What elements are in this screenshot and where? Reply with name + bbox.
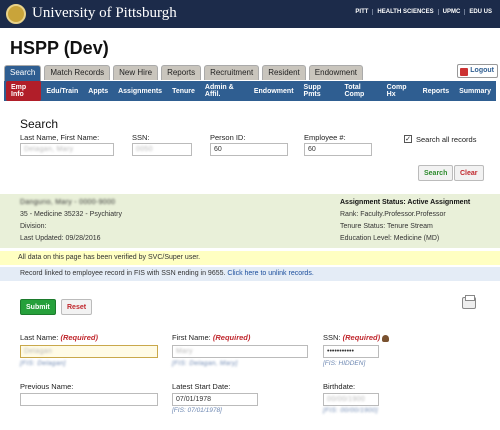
ssn-input[interactable]: ••••••••••• <box>323 345 379 358</box>
tenure-status: Tenure Status: Tenure Stream <box>340 223 433 230</box>
last-name-required: (Required) <box>60 333 98 342</box>
employee-number-label: Employee #: <box>304 133 346 142</box>
verified-notice: All data on this page has been verified … <box>0 251 500 265</box>
tab-resident[interactable]: Resident <box>262 65 306 80</box>
tab-recruitment[interactable]: Recruitment <box>204 65 260 80</box>
page-title: HSPP (Dev) <box>10 38 109 58</box>
latest-start-date-input[interactable]: 07/01/1978 <box>172 393 258 406</box>
subnav-tenure[interactable]: Tenure <box>167 85 200 98</box>
subnav-comp-hx[interactable]: Comp Hx <box>382 81 418 101</box>
header-link-upmc[interactable]: UPMC <box>437 9 465 15</box>
tab-search[interactable]: Search <box>4 65 42 81</box>
tab-new-hire[interactable]: New Hire <box>113 65 159 80</box>
link-notice: Record linked to employee record in FIS … <box>0 267 500 281</box>
university-header: University of Pittsburgh PITT HEALTH SCI… <box>0 0 500 28</box>
subnav-reports[interactable]: Reports <box>418 85 454 98</box>
university-seal-icon <box>6 4 26 24</box>
employee-department: 35 - Medicine 35232 - Psychiatry <box>20 211 122 218</box>
first-name-required: (Required) <box>212 333 251 342</box>
header-link-edu-us[interactable]: EDU US <box>464 9 496 15</box>
tab-reports[interactable]: Reports <box>161 65 202 80</box>
ssn-search-label: SSN: <box>132 133 150 142</box>
ssn-search-input[interactable]: 0050 <box>132 143 192 156</box>
logout-button[interactable]: Logout <box>457 64 498 78</box>
subnav-supp-pmts[interactable]: Supp Pmts <box>299 81 340 101</box>
last-updated: Last Updated: 09/28/2016 <box>20 235 101 242</box>
subnav-edu-train[interactable]: Edu/Train <box>41 85 83 98</box>
tab-match-records[interactable]: Match Records <box>44 65 111 80</box>
employee-summary-panel: Dangurio, Mary - 0000-9000 35 - Medicine… <box>0 194 500 248</box>
last-name-label: Last Name: (Required) <box>20 333 98 342</box>
latest-start-date-fis-hint: [FIS: 07/01/1978] <box>172 407 222 414</box>
header-links: PITT HEALTH SCIENCES UPMC EDU US <box>351 9 496 15</box>
birthdate-input[interactable]: 00/00/1900 <box>323 393 379 406</box>
search-all-checkbox[interactable]: ✓ <box>404 135 412 143</box>
header-link-pitt[interactable]: PITT <box>351 9 372 15</box>
name-search-value: Delagan, Mary <box>24 146 74 153</box>
subnav-total-comp[interactable]: Total Comp <box>339 81 381 101</box>
search-section-title: Search <box>20 117 59 131</box>
clear-button[interactable]: Clear <box>454 165 484 181</box>
subnav-appts[interactable]: Appts <box>83 85 113 98</box>
reset-button[interactable]: Reset <box>61 299 93 315</box>
subnav-endowment[interactable]: Endowment <box>249 85 299 98</box>
ssn-search-value: 0050 <box>136 146 153 153</box>
birthdate-value: 00/00/1900 <box>327 396 366 403</box>
first-name-label: First Name: (Required) <box>172 333 250 342</box>
subnav-assignments[interactable]: Assignments <box>113 85 167 98</box>
last-name-input[interactable]: Delagan <box>20 345 158 358</box>
last-name-fis-hint: [FIS: Delagan] <box>20 360 66 367</box>
tab-endowment[interactable]: Endowment <box>308 65 364 80</box>
first-name-label-text: First Name: <box>172 333 211 342</box>
first-name-input[interactable]: Mary <box>172 345 308 358</box>
employee-name-id: Dangurio, Mary - 0000-9000 <box>20 199 116 206</box>
assignment-status: Assignment Status: Active Assignment <box>340 199 471 206</box>
birthdate-fis-hint: [FIS: 00/00/1900] <box>323 407 378 414</box>
unlink-records-link[interactable]: Click here to unlink records. <box>227 270 313 277</box>
ssn-fis-hint: [FIS: HIDDEN] <box>323 360 366 367</box>
submit-button[interactable]: Submit <box>20 299 56 315</box>
logout-label: Logout <box>470 67 494 74</box>
name-search-label: Last Name, First Name: <box>20 133 100 142</box>
link-notice-text: Record linked to employee record in FIS … <box>20 270 226 277</box>
main-tabs: Search Match Records New Hire Reports Re… <box>4 65 366 81</box>
last-name-value: Delagan <box>24 348 53 355</box>
employee-rank: Rank: Faculty.Professor.Professor <box>340 211 446 218</box>
name-search-input[interactable]: Delagan, Mary <box>20 143 114 156</box>
subnav-emp-info[interactable]: Emp Info <box>6 81 42 101</box>
subnav-admin-affil[interactable]: Admin & Affil. <box>200 81 249 101</box>
subnav-summary[interactable]: Summary <box>454 85 496 98</box>
header-link-health-sciences[interactable]: HEALTH SCIENCES <box>372 9 437 15</box>
search-button[interactable]: Search <box>418 165 454 181</box>
person-id-input[interactable]: 60 <box>210 143 288 156</box>
logout-icon <box>460 68 469 76</box>
ssn-required: (Required) <box>342 333 381 342</box>
ssn-label-text: SSN: <box>323 333 341 342</box>
ssn-label: SSN: (Required) <box>323 333 390 342</box>
latest-start-date-label: Latest Start Date: <box>172 382 231 391</box>
search-all-label: Search all records <box>416 135 477 144</box>
first-name-value: Mary <box>176 348 193 355</box>
previous-name-label: Previous Name: <box>20 382 74 391</box>
birthdate-label: Birthdate: <box>323 382 356 391</box>
first-name-fis-hint: [FIS: Delagan, Mary] <box>172 360 238 367</box>
last-name-label-text: Last Name: <box>20 333 59 342</box>
education-level: Education Level: Medicine (MD) <box>340 235 440 242</box>
previous-name-input[interactable] <box>20 393 158 406</box>
employee-number-input[interactable]: 60 <box>304 143 372 156</box>
person-id-label: Person ID: <box>210 133 246 142</box>
person-icon <box>382 334 390 342</box>
university-name[interactable]: University of Pittsburgh <box>32 5 177 22</box>
sub-navigation: Emp Info Edu/Train Appts Assignments Ten… <box>4 81 496 101</box>
printer-icon[interactable] <box>462 295 476 309</box>
employee-division: Division: <box>20 223 47 230</box>
